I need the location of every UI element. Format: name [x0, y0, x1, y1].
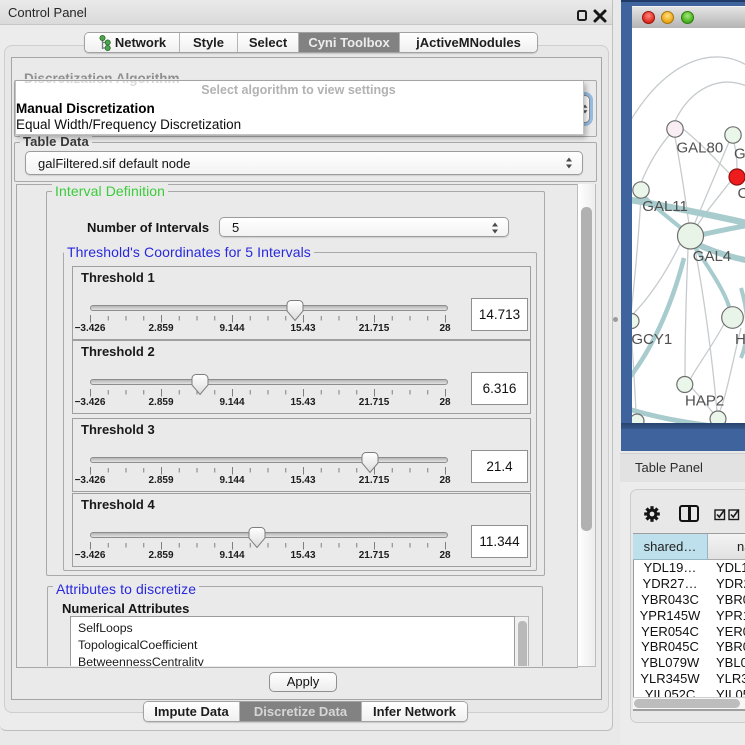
svg-text:GCY1: GCY1	[632, 331, 672, 348]
svg-text:GAL11: GAL11	[642, 198, 688, 215]
svg-text:GAL4: GAL4	[693, 248, 731, 265]
svg-text:GA: GA	[734, 146, 745, 163]
svg-text:GAL80: GAL80	[677, 140, 724, 157]
svg-text:C: C	[738, 185, 745, 202]
svg-text:H: H	[735, 331, 745, 348]
svg-text:HAP2: HAP2	[685, 393, 724, 410]
